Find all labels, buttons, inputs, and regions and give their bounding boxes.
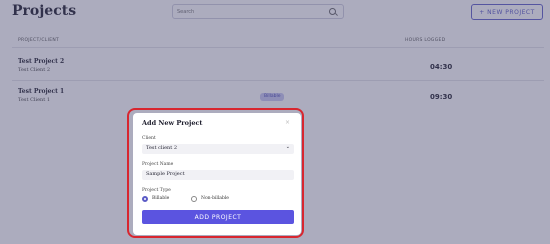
radio-billable[interactable] <box>142 196 148 202</box>
project-name-field[interactable]: Sample Project <box>142 170 294 180</box>
project-name-label: Project Name <box>142 162 174 167</box>
add-project-modal: Add New Project × Client Test client 2 ⌄… <box>133 113 301 235</box>
client-select[interactable]: Test client 2 ⌄ <box>142 144 294 154</box>
radio-billable-label: Billable <box>152 196 170 201</box>
client-select-value: Test client 2 <box>146 145 178 151</box>
close-icon[interactable]: × <box>285 119 290 126</box>
add-project-button[interactable]: ADD PROJECT <box>142 210 294 224</box>
modal-title: Add New Project <box>142 119 203 127</box>
project-name-value: Sample Project <box>146 171 185 177</box>
project-type-label: Project Type <box>142 188 171 193</box>
chevron-down-icon: ⌄ <box>285 144 290 150</box>
client-label: Client <box>142 136 156 141</box>
radio-non-billable-label: Non-billable <box>201 196 229 201</box>
radio-non-billable[interactable] <box>191 196 197 202</box>
